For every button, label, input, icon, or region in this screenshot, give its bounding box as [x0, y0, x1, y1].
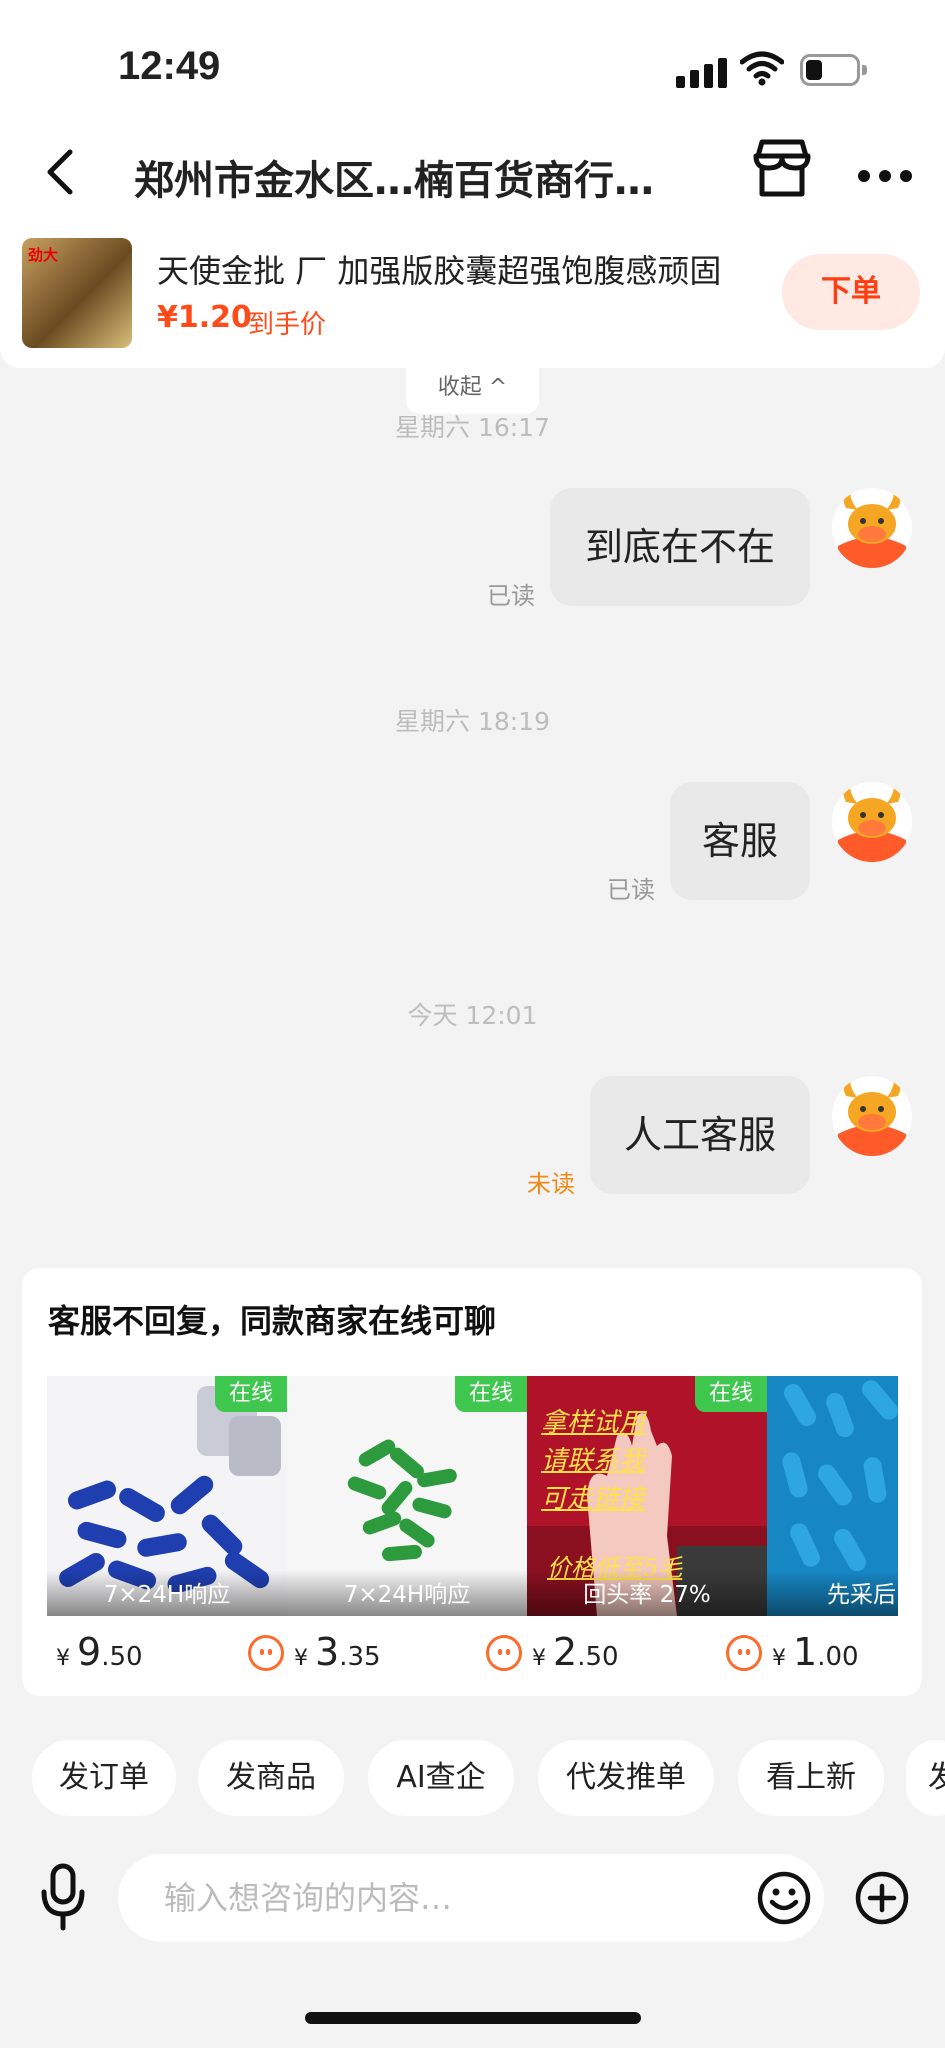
more-icon[interactable]: [850, 144, 920, 204]
avatar[interactable]: [832, 1076, 912, 1156]
battery-icon: [800, 54, 867, 86]
bull-avatar-icon: [838, 494, 906, 568]
home-indicator[interactable]: [305, 2012, 641, 2024]
chip-more[interactable]: 发: [906, 1740, 945, 1816]
shop-caption: 7×24H响应: [287, 1570, 527, 1616]
currency-symbol: ¥: [294, 1646, 308, 1671]
shop-price: ¥ 9.50: [56, 1630, 143, 1674]
currency-symbol: ¥: [56, 1646, 70, 1671]
thumbnail-text: 劲大: [28, 246, 59, 264]
input-placeholder: 输入想咨询的内容…: [164, 1879, 453, 1917]
unread-status: 未读: [527, 1170, 575, 1198]
price-integer: 2: [553, 1630, 578, 1674]
emoji-icon[interactable]: [756, 1870, 812, 1926]
order-button[interactable]: 下单: [782, 254, 920, 330]
online-badge: 在线: [215, 1376, 287, 1412]
chat-face-icon: [726, 1635, 762, 1671]
plus-icon[interactable]: [854, 1870, 910, 1926]
chat-title: 郑州市金水区…楠百货商行…: [134, 158, 654, 204]
read-status: 已读: [607, 876, 655, 904]
shop-price: ¥ 3.35: [248, 1630, 381, 1674]
online-badge: 在线: [455, 1376, 527, 1412]
shop-caption: 先采后: [767, 1570, 898, 1616]
price-decimal: .00: [817, 1642, 859, 1672]
currency-symbol: ¥: [772, 1646, 786, 1671]
message-timestamp: 星期六 16:17: [395, 413, 550, 442]
chat-face-icon: [486, 1635, 522, 1671]
avatar[interactable]: [832, 488, 912, 568]
recommend-card: 客服不回复，同款商家在线可聊 在线 7×24H响应 在线 7×24H响应 拿样试…: [22, 1268, 922, 1696]
product-card[interactable]: 劲大 天使金批 厂 加强版胶囊超强饱腹感顽固 ¥1.20 到手价 下单: [0, 228, 945, 368]
shop-caption: 7×24H响应: [47, 1570, 287, 1616]
store-icon[interactable]: [748, 134, 816, 204]
shop-card[interactable]: 在线 7×24H响应: [287, 1376, 527, 1616]
chip-dropship[interactable]: 代发推单: [538, 1740, 714, 1816]
bull-avatar-icon: [838, 1082, 906, 1156]
promo-text: 可走链接: [541, 1484, 646, 1514]
avatar[interactable]: [832, 782, 912, 862]
chat-header: 郑州市金水区…楠百货商行…: [0, 120, 945, 228]
shop-price: ¥ 1.00: [726, 1630, 859, 1674]
price-decimal: .35: [339, 1642, 381, 1672]
online-badge: 在线: [695, 1376, 767, 1412]
status-time: 12:49: [118, 44, 221, 88]
price-note: 到手价: [248, 310, 327, 340]
signal-icon: [676, 56, 728, 88]
message-bubble[interactable]: 人工客服: [590, 1076, 810, 1194]
price-integer: 3: [315, 1630, 340, 1674]
shop-caption: 回头率 27%: [527, 1570, 767, 1616]
price-decimal: .50: [577, 1642, 619, 1672]
message-timestamp: 星期六 18:19: [395, 707, 550, 736]
promo-text: 请联系我: [541, 1446, 646, 1476]
price-decimal: .50: [101, 1642, 143, 1672]
status-bar: 12:49: [0, 0, 945, 120]
bull-avatar-icon: [838, 788, 906, 862]
chip-send-order[interactable]: 发订单: [32, 1740, 176, 1816]
message-timestamp: 今天 12:01: [407, 1001, 538, 1030]
product-price: ¥1.20: [157, 300, 252, 335]
shop-card[interactable]: 拿样试用 请联系我 可走链接 价格低至5毛 在线 回头率 27%: [527, 1376, 767, 1616]
shop-card[interactable]: 在线 7×24H响应: [47, 1376, 287, 1616]
back-icon[interactable]: [36, 140, 84, 204]
promo-text: 拿样试用: [541, 1408, 646, 1438]
currency-symbol: ¥: [532, 1646, 546, 1671]
product-thumbnail[interactable]: 劲大: [22, 238, 132, 348]
chat-face-icon: [248, 1635, 284, 1671]
message-input[interactable]: 输入想咨询的内容…: [118, 1854, 824, 1942]
wifi-icon: [740, 51, 784, 86]
message-bubble[interactable]: 到底在不在: [550, 488, 810, 606]
product-name: 天使金批 厂 加强版胶囊超强饱腹感顽固: [157, 252, 722, 290]
shop-price: ¥ 2.50: [486, 1630, 619, 1674]
shop-card[interactable]: 先采后: [767, 1376, 898, 1616]
chip-new-arrivals[interactable]: 看上新: [738, 1740, 884, 1816]
recommend-title: 客服不回复，同款商家在线可聊: [48, 1302, 497, 1340]
price-integer: 1: [793, 1630, 818, 1674]
chip-ai-company[interactable]: AI查企: [368, 1740, 514, 1816]
price-integer: 9: [77, 1630, 102, 1674]
microphone-icon[interactable]: [38, 1862, 88, 1932]
chip-send-product[interactable]: 发商品: [198, 1740, 344, 1816]
message-bubble[interactable]: 客服: [670, 782, 810, 900]
read-status: 已读: [487, 582, 535, 610]
